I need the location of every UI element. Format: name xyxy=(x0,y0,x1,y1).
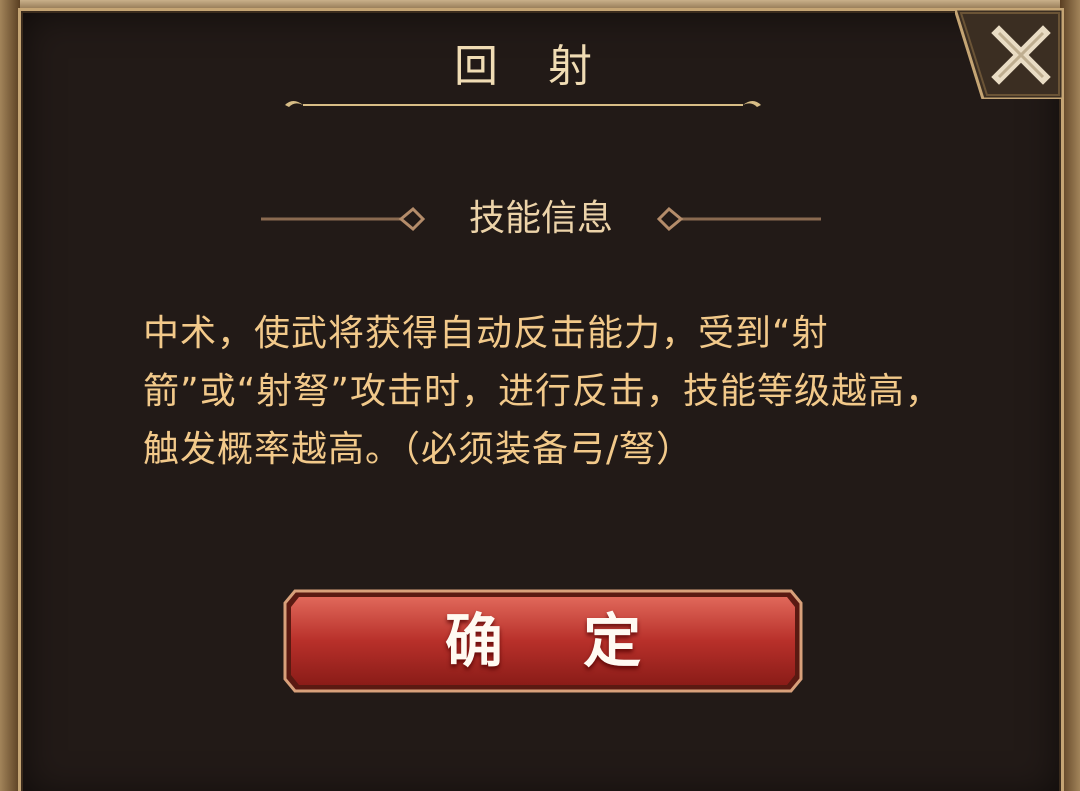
background-left-border xyxy=(0,0,20,791)
left-ornament-icon xyxy=(261,206,426,232)
section-header: 技能信息 xyxy=(251,189,831,249)
skill-description: 中术，使武将获得自动反击能力，受到“射箭”或“射弩”攻击时，进行反击，技能等级越… xyxy=(143,313,942,470)
confirm-button-label: 确 定 xyxy=(444,607,672,675)
close-x-icon xyxy=(952,7,1065,101)
close-button[interactable] xyxy=(952,7,1065,101)
section-title: 技能信息 xyxy=(468,198,613,239)
dialog-title-area: 回 射 xyxy=(283,41,763,111)
title-ornament xyxy=(285,101,761,107)
confirm-button[interactable]: 确 定 xyxy=(283,589,803,693)
right-ornament-icon xyxy=(656,206,821,232)
skill-info-dialog: 回 射 技能信息 中术，使武将获得自动反击能力，受到“射箭”或“射弩”攻击时，进… xyxy=(18,7,1065,791)
dialog-title: 回 射 xyxy=(454,41,610,92)
